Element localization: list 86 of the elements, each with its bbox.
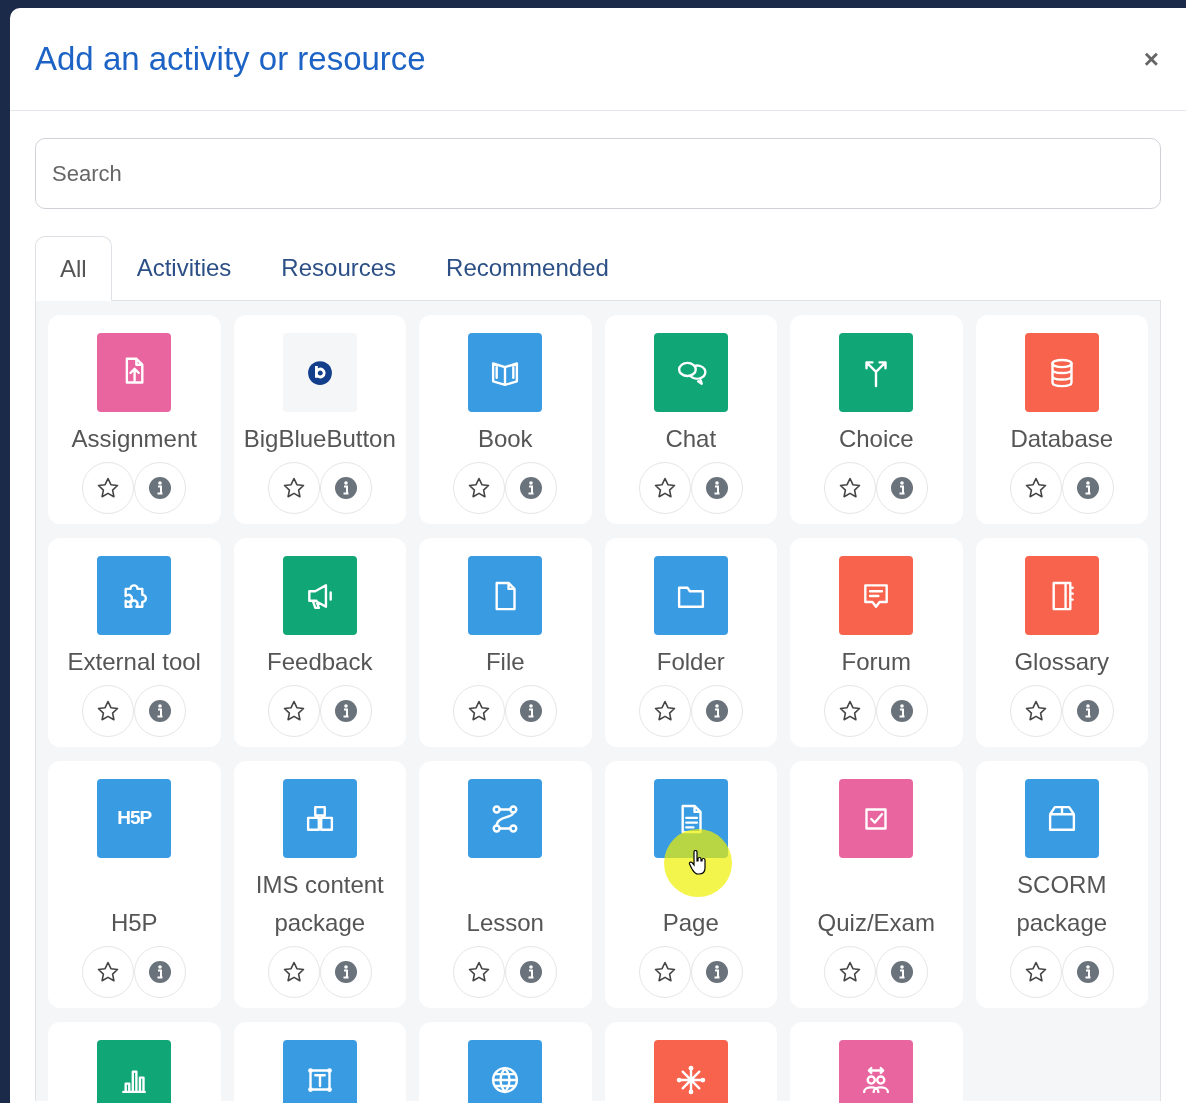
activity-card[interactable]: Assignment xyxy=(48,315,221,524)
activity-card[interactable]: H5P H5P xyxy=(48,761,221,1008)
info-icon xyxy=(519,960,544,984)
activity-label: IMS content package xyxy=(254,870,385,938)
info-icon xyxy=(333,960,358,984)
info-icon xyxy=(1075,476,1100,500)
star-icon xyxy=(652,960,677,984)
tab[interactable]: Resources xyxy=(256,236,422,300)
activity-label: BigBlueButton xyxy=(242,424,397,454)
activity-label: Book xyxy=(476,424,534,454)
dialog-title: Add an activity or resource xyxy=(35,39,426,80)
activity-card[interactable] xyxy=(419,1022,592,1103)
info-icon xyxy=(148,476,173,500)
tab[interactable]: Activities xyxy=(111,236,257,300)
activity-label: Lesson xyxy=(465,908,545,938)
info-icon xyxy=(1075,960,1100,984)
info-icon xyxy=(890,960,915,984)
activity-label: Page xyxy=(661,908,720,938)
activity-label: Database xyxy=(1009,424,1115,454)
star-icon xyxy=(96,699,121,723)
activity-label: Quiz/Exam xyxy=(816,908,936,938)
info-icon xyxy=(890,476,915,500)
activity-card[interactable]: Chat xyxy=(604,315,777,524)
activity-card[interactable]: IMS content package xyxy=(233,761,406,1008)
info-icon xyxy=(704,960,729,984)
activity-label: Assignment xyxy=(70,424,198,454)
activity-card[interactable]: Folder xyxy=(604,538,777,747)
star-icon xyxy=(281,699,306,723)
tab[interactable]: All xyxy=(35,236,112,301)
star-icon xyxy=(281,960,306,984)
activity-label: Glossary xyxy=(1013,647,1111,677)
activity-card[interactable]: SCORM package xyxy=(975,761,1148,1008)
star-icon xyxy=(467,960,492,984)
activity-label: External tool xyxy=(66,647,202,677)
activity-card[interactable]: Forum xyxy=(790,538,963,747)
info-icon xyxy=(704,699,729,723)
activity-card[interactable] xyxy=(790,1022,963,1103)
activity-label: File xyxy=(484,647,526,677)
close-button[interactable]: × xyxy=(1143,39,1159,79)
star-icon xyxy=(652,476,677,500)
star-icon xyxy=(467,476,492,500)
info-icon xyxy=(1075,699,1100,723)
activity-card[interactable] xyxy=(604,1022,777,1103)
star-icon xyxy=(96,476,121,500)
activity-label: H5P xyxy=(109,908,159,938)
star-icon xyxy=(838,960,863,984)
activity-card[interactable]: Lesson xyxy=(419,761,592,1008)
activity-card[interactable]: Feedback xyxy=(233,538,406,747)
activity-label: Choice xyxy=(837,424,915,454)
activity-card[interactable]: Quiz/Exam xyxy=(790,761,963,1008)
star-icon xyxy=(1023,476,1048,500)
activity-card[interactable]: Book xyxy=(419,315,592,524)
star-icon xyxy=(1023,699,1048,723)
info-icon xyxy=(148,699,173,723)
activity-card[interactable]: File xyxy=(419,538,592,747)
star-icon xyxy=(1023,960,1048,984)
activity-label: Feedback xyxy=(266,647,374,677)
activity-label: SCORM package xyxy=(1015,870,1109,938)
activity-card[interactable]: External tool xyxy=(48,538,221,747)
star-icon xyxy=(281,476,306,500)
activity-label: Forum xyxy=(840,647,912,677)
info-icon xyxy=(704,476,729,500)
activity-label: Chat xyxy=(664,424,718,454)
star-icon xyxy=(467,699,492,723)
activity-card[interactable]: Glossary xyxy=(975,538,1148,747)
activity-card[interactable] xyxy=(233,1022,406,1103)
hand-cursor-icon xyxy=(687,850,708,876)
activity-card[interactable]: Page xyxy=(604,761,777,1008)
activity-label: Folder xyxy=(655,647,726,677)
info-icon xyxy=(519,699,544,723)
star-icon xyxy=(652,699,677,723)
info-icon xyxy=(519,476,544,500)
info-icon xyxy=(148,960,173,984)
star-icon xyxy=(838,699,863,723)
activity-card[interactable] xyxy=(48,1022,221,1103)
info-icon xyxy=(890,699,915,723)
tab[interactable]: Recommended xyxy=(421,236,634,300)
star-icon xyxy=(838,476,863,500)
search-field[interactable]: Search xyxy=(35,138,1161,209)
activity-card[interactable]: BigBlueButton xyxy=(233,315,406,524)
info-icon xyxy=(333,476,358,500)
star-icon xyxy=(96,960,121,984)
activity-card[interactable]: Choice xyxy=(790,315,963,524)
activity-card[interactable]: Database xyxy=(975,315,1148,524)
logo-icon: H5P xyxy=(97,779,172,858)
info-icon xyxy=(333,699,358,723)
